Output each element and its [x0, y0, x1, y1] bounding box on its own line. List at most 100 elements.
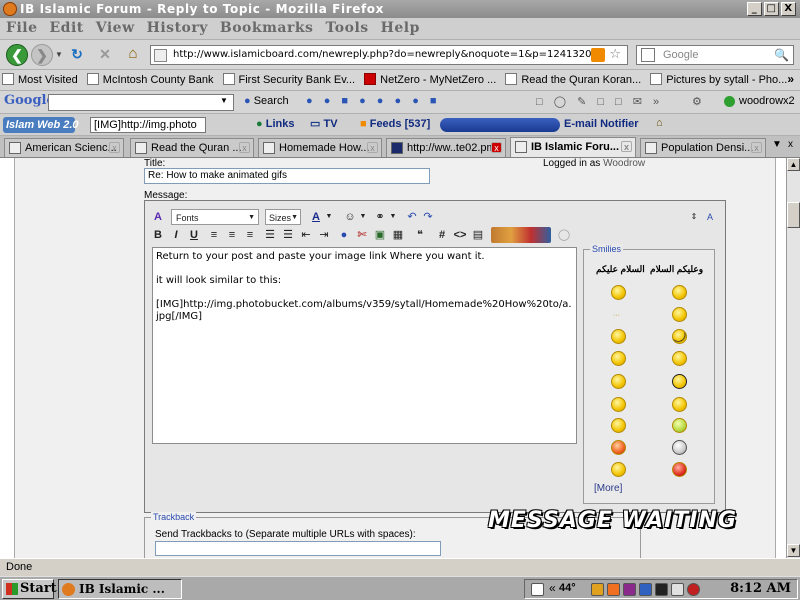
- smiley-icon[interactable]: [611, 418, 626, 433]
- trackback-input[interactable]: [155, 541, 441, 556]
- bookmark-mcintosh[interactable]: McIntosh County Bank: [85, 70, 218, 90]
- close-tab-icon[interactable]: x: [751, 142, 762, 153]
- google-search-button[interactable]: ● Search: [244, 95, 289, 107]
- outdent-icon[interactable]: ⇤: [299, 227, 313, 243]
- web-search-field[interactable]: Google 🔍: [636, 45, 794, 65]
- search-engine-icon[interactable]: [641, 48, 655, 62]
- numbered-list-icon[interactable]: ☰: [263, 227, 277, 243]
- undo-icon[interactable]: ↶: [405, 209, 419, 225]
- tray-app-icon[interactable]: [671, 583, 684, 596]
- smiley-icon[interactable]: ☺: [343, 209, 357, 225]
- menu-help[interactable]: Help: [375, 18, 426, 36]
- redo-icon[interactable]: ↷: [421, 209, 435, 225]
- smiley-icon[interactable]: [611, 462, 626, 477]
- feeds-button[interactable]: ■ Feeds [537]: [356, 114, 434, 135]
- insert-image-icon[interactable]: ▣: [373, 227, 387, 243]
- radio-player-control[interactable]: [440, 118, 560, 132]
- clock[interactable]: 8:12 AM: [730, 580, 791, 598]
- tv-button[interactable]: ▭ TV: [306, 114, 342, 135]
- star-bookmark-icon[interactable]: ☆: [609, 46, 621, 64]
- switch-editor-mode-icon[interactable]: A: [703, 209, 717, 225]
- menu-bookmarks[interactable]: Bookmarks: [214, 18, 320, 36]
- bookmark-most-visited[interactable]: Most Visited: [0, 70, 82, 90]
- back-button[interactable]: ❮: [6, 44, 28, 66]
- smiley-wa-alaikum-label[interactable]: وعليكم السلام: [650, 264, 703, 275]
- history-dropdown-icon[interactable]: ▼: [55, 50, 63, 59]
- tray-expand-icon[interactable]: «: [549, 581, 556, 595]
- smiley-alien-icon[interactable]: [672, 440, 687, 455]
- smiley-icon[interactable]: [672, 307, 687, 322]
- smiley-angry-icon[interactable]: [611, 440, 626, 455]
- indent-icon[interactable]: ⇥: [317, 227, 331, 243]
- attachment-icon[interactable]: ⚭: [373, 209, 387, 225]
- weather-temperature[interactable]: 44°: [559, 582, 576, 594]
- google-account[interactable]: woodrowx2: [739, 95, 795, 107]
- google-toolbar-extras[interactable]: □ ◯ ✎ □ □ ✉ »: [536, 95, 663, 108]
- chevron-down-icon[interactable]: ▼: [325, 209, 333, 225]
- start-button[interactable]: Start: [2, 579, 57, 599]
- google-toolbar-buttons[interactable]: ● ● ■ ● ● ● ● ■: [306, 95, 441, 107]
- menu-history[interactable]: History: [141, 18, 214, 36]
- close-tab-icon[interactable]: x: [491, 142, 502, 153]
- title-input[interactable]: Re: How to make animated gifs: [144, 168, 430, 184]
- smiley-icon[interactable]: [611, 374, 626, 389]
- bookmark-photobucket[interactable]: Pictures by sytall - Pho...: [648, 70, 791, 90]
- wrap-code-icon[interactable]: #: [435, 227, 449, 243]
- tray-app-icon[interactable]: [591, 583, 604, 596]
- home-icon[interactable]: ⌂: [656, 117, 663, 129]
- close-tab-icon[interactable]: x: [239, 142, 250, 153]
- smiley-icon[interactable]: [672, 351, 687, 366]
- url-field[interactable]: http://www.islamicboard.com/newreply.php…: [150, 45, 628, 65]
- vertical-scrollbar[interactable]: ▲ ▼: [786, 158, 800, 558]
- underline-icon[interactable]: U: [187, 227, 201, 243]
- smiley-mad-icon[interactable]: [672, 462, 687, 477]
- scroll-up-icon[interactable]: ▲: [787, 158, 800, 171]
- chevron-down-icon[interactable]: ▼: [220, 96, 228, 105]
- menu-edit[interactable]: Edit: [43, 18, 89, 36]
- home-icon[interactable]: ⌂: [122, 44, 144, 66]
- bookmark-first-security[interactable]: First Security Bank Ev...: [221, 70, 360, 90]
- remove-format-icon[interactable]: A: [151, 209, 165, 225]
- list-all-tabs-icon[interactable]: ▼: [772, 139, 782, 150]
- security-icon[interactable]: [687, 583, 700, 596]
- align-center-icon[interactable]: ≡: [225, 227, 239, 243]
- tab-read-quran[interactable]: Read the Quran ... x: [130, 138, 254, 157]
- stop-icon[interactable]: ✕: [94, 44, 116, 66]
- tray-app-icon[interactable]: [639, 583, 652, 596]
- smiley-icon[interactable]: [611, 285, 626, 300]
- smiley-salam-alaikum-label[interactable]: السلام عليكم: [596, 264, 645, 275]
- font-color-icon[interactable]: A: [309, 209, 323, 225]
- italic-icon[interactable]: I: [169, 227, 183, 243]
- wrap-php-icon[interactable]: ▤: [471, 227, 485, 243]
- insert-video-icon[interactable]: ▦: [391, 227, 405, 243]
- align-left-icon[interactable]: ≡: [207, 227, 221, 243]
- tray-app-icon[interactable]: [623, 583, 636, 596]
- logged-in-user-link[interactable]: Woodrow: [603, 158, 645, 169]
- close-button[interactable]: X: [781, 2, 796, 16]
- insert-link-icon[interactable]: ●: [337, 227, 351, 243]
- minimize-button[interactable]: _: [747, 2, 762, 16]
- google-search-field[interactable]: [48, 94, 234, 111]
- custom-bbcode-buttons[interactable]: [491, 227, 551, 243]
- smiley-icon[interactable]: [611, 351, 626, 366]
- smiley-cool-icon[interactable]: [672, 329, 687, 344]
- message-textarea[interactable]: Return to your post and paste your image…: [152, 247, 577, 444]
- smiley-grin-icon[interactable]: [672, 374, 687, 389]
- close-tab-icon[interactable]: x: [109, 142, 120, 153]
- menu-file[interactable]: File: [0, 18, 43, 36]
- taskbar-item-firefox[interactable]: IB Islamic ...: [58, 579, 182, 599]
- rss-feed-icon[interactable]: [591, 48, 605, 62]
- smiley-dots-icon[interactable]: ···: [613, 312, 620, 319]
- tab-ib-islamic-forum[interactable]: IB Islamic Foru... x: [510, 137, 636, 157]
- bookmark-netzero[interactable]: NetZero - MyNetZero ...: [362, 70, 500, 90]
- chevron-down-icon[interactable]: ▼: [359, 209, 367, 225]
- scroll-down-icon[interactable]: ▼: [787, 544, 800, 557]
- email-notifier-button[interactable]: E-mail Notifier: [560, 114, 643, 135]
- maximize-button[interactable]: □: [764, 2, 779, 16]
- bookmarks-overflow-icon[interactable]: »: [787, 72, 794, 86]
- smiley-icon[interactable]: [672, 397, 687, 412]
- scrollbar-thumb[interactable]: [787, 202, 800, 228]
- align-right-icon[interactable]: ≡: [243, 227, 257, 243]
- smiley-sick-icon[interactable]: [672, 418, 687, 433]
- search-icon[interactable]: 🔍: [774, 46, 789, 64]
